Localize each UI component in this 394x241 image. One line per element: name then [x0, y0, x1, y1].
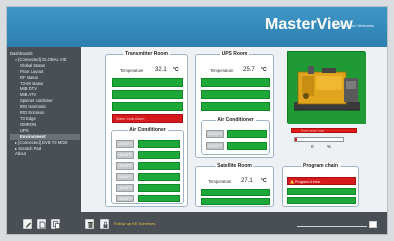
ups-temp-unit: °C [261, 67, 267, 73]
document-button[interactable] [37, 219, 46, 229]
ac-tx-status-2 [138, 151, 180, 159]
ac-tx-onoff-button-6[interactable]: ON/OFF [116, 195, 134, 202]
footer-status-text: Follow up KE Schemes [114, 221, 156, 226]
footer-checkbox[interactable] [369, 221, 377, 228]
fuel-level-value: 0 [311, 144, 314, 149]
program-chain-panel: Program chain Program A error [282, 163, 359, 207]
satellite-room-title: Satellite Room [215, 163, 254, 169]
lock-icon [103, 221, 108, 228]
fuel-level-fill [295, 138, 297, 141]
transmitter-temp-unit: °C [173, 67, 179, 73]
ups-temp-label: Temperature [210, 68, 234, 73]
satellite-temp-value: 27.1 [241, 178, 253, 184]
ups-status-3 [201, 102, 270, 111]
air-conditioner-tx-panel: Air Conditioner ON/OFF ON/OFF ON/OFF ON/… [111, 127, 184, 204]
trash-icon [88, 222, 93, 228]
satellite-room-panel: Satellite Room Temperature 27.1 °C [195, 163, 274, 207]
transmitter-temp-value: 32.1 [155, 67, 167, 73]
ups-status-2 [201, 90, 270, 99]
pencil-icon [26, 222, 31, 228]
edit-button[interactable] [23, 219, 32, 229]
air-conditioner-ups-panel: Air Conditioner ON/OFF ON/OFF [201, 117, 270, 155]
air-conditioner-ups-title: Air Conditioner [215, 117, 256, 123]
program-status-1 [287, 188, 356, 195]
footer-toolbar: Follow up KE Schemes [7, 212, 387, 234]
lock-button[interactable] [100, 219, 109, 229]
ac-tx-onoff-button-4[interactable]: ON/OFF [116, 173, 134, 181]
transmitter-room-panel: Transmitter Room Temperature 32.1 °C Wat… [105, 51, 188, 207]
ac-tx-status-1 [138, 140, 180, 148]
ac-ups-status-2 [227, 142, 267, 150]
transmitter-temp-label: Temperature [120, 68, 144, 73]
trash-button[interactable] [85, 219, 94, 229]
ac-tx-onoff-button-3[interactable]: ON/OFF [116, 162, 134, 170]
dashboard-tree: Dashboards ▿ [Connected] GLOBAL VIE Globa… [10, 51, 80, 157]
transmitter-status-1 [112, 78, 183, 87]
masterview-window: MasterView by Westermo Networks Dashboar… [6, 6, 388, 235]
satellite-temp-label: Temperature [208, 179, 232, 184]
ups-status-1 [201, 78, 270, 87]
ac-tx-onoff-button-2[interactable]: ON/OFF [116, 151, 134, 159]
transmitter-status-2 [112, 90, 183, 99]
brand-subtitle: by Westermo Networks [333, 23, 375, 28]
program-a-error-label: Program A error [295, 179, 321, 184]
generator-image [287, 51, 366, 124]
water-leak-alarm-label: Water Leak Alarm [116, 117, 145, 121]
satellite-status-2 [201, 198, 270, 205]
ac-tx-status-4 [138, 173, 180, 181]
program-a-error-alarm: Program A error [287, 177, 356, 185]
fuel-level-unit: % [327, 144, 332, 149]
warning-icon [290, 179, 294, 184]
ac-ups-status-1 [227, 130, 267, 138]
dashboard-tree-sidebar: Dashboards ▿ [Connected] GLOBAL VIE Globa… [7, 47, 81, 212]
ac-tx-status-5 [138, 184, 180, 192]
document-icon [39, 221, 46, 229]
tree-item[interactable]: About [10, 151, 80, 157]
fuel-level-bar [294, 137, 344, 142]
generator-picture [288, 52, 366, 124]
app-header: MasterView by Westermo Networks [7, 7, 387, 47]
transmitter-room-title: Transmitter Room [123, 51, 170, 57]
satellite-status-1 [201, 189, 270, 196]
air-conditioner-tx-title: Air Conditioner [127, 127, 168, 133]
fuel-level-label: Fuel Level Low [301, 129, 324, 133]
copy-button[interactable] [51, 219, 60, 229]
program-chain-title: Program chain [300, 163, 341, 169]
water-leak-alarm: Water Leak Alarm [112, 114, 183, 123]
footer-slider-track[interactable] [297, 226, 367, 227]
copy-icon [53, 221, 60, 229]
ups-temp-value: 25.7 [243, 67, 255, 73]
ac-tx-status-6 [138, 195, 180, 202]
ac-ups-onoff-button-1[interactable]: ON/OFF [206, 130, 224, 138]
ups-room-title: UPS Room [219, 51, 250, 57]
satellite-temp-unit: °C [261, 178, 267, 184]
ac-tx-onoff-button-1[interactable]: ON/OFF [116, 140, 134, 148]
ups-room-panel: UPS Room Temperature 25.7 °C Air Conditi… [195, 51, 274, 158]
ac-ups-onoff-button-2[interactable]: ON/OFF [206, 142, 224, 150]
program-status-2 [287, 197, 356, 204]
ac-tx-onoff-button-5[interactable]: ON/OFF [116, 184, 134, 192]
fuel-level-alarm: Fuel Level Low [291, 128, 357, 133]
transmitter-status-3 [112, 102, 183, 111]
ac-tx-status-3 [138, 162, 180, 170]
